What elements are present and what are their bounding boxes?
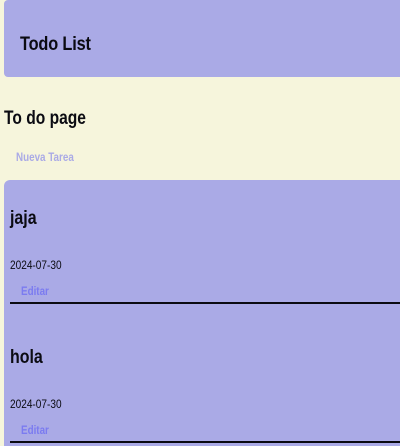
task-divider — [10, 441, 400, 443]
page-title: To do page — [4, 108, 86, 129]
task-card: hola 2024-07-30 Editar — [4, 319, 400, 443]
app-header: Todo List — [4, 0, 400, 77]
new-task-link[interactable]: Nueva Tarea — [16, 150, 74, 164]
task-date: 2024-07-30 — [10, 397, 62, 411]
task-title: hola — [10, 347, 43, 368]
app-title: Todo List — [20, 34, 91, 55]
edit-task-link[interactable]: Editar — [21, 284, 49, 298]
task-list: jaja 2024-07-30 Editar hola 2024-07-30 E… — [4, 180, 400, 446]
edit-task-link[interactable]: Editar — [21, 423, 49, 437]
task-card: jaja 2024-07-30 Editar — [4, 180, 400, 304]
task-date: 2024-07-30 — [10, 258, 62, 272]
task-divider — [10, 302, 400, 304]
task-title: jaja — [10, 208, 37, 229]
